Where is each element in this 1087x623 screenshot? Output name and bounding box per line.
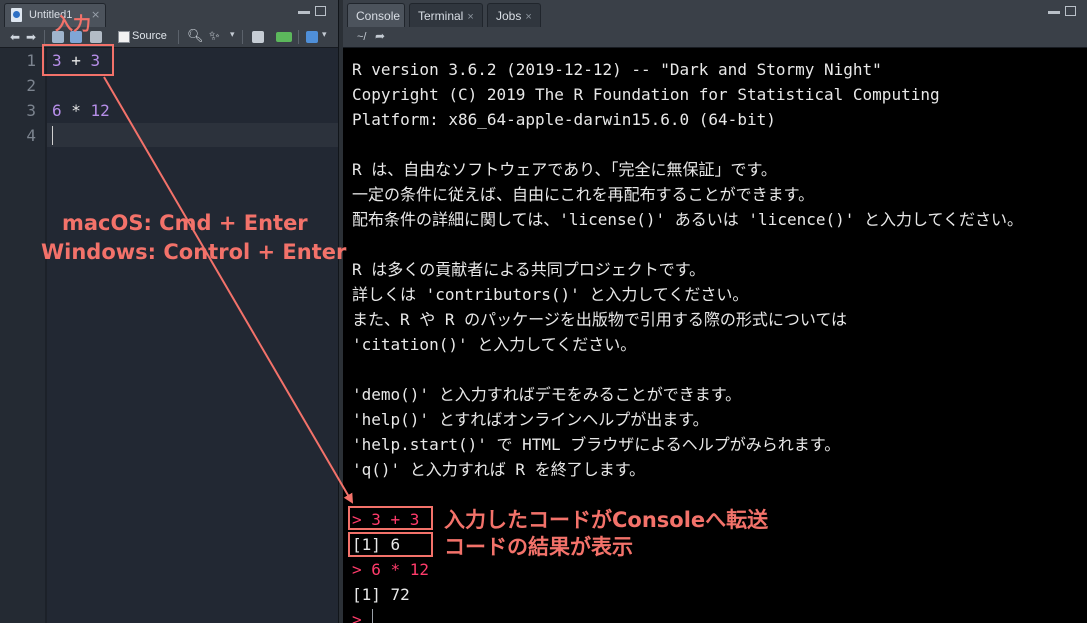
rstudio-window: Untitled1 × Source 🔍︎ ✨︎ ▾ ▾ bbox=[0, 0, 1087, 623]
annotation-arrow bbox=[103, 76, 354, 504]
